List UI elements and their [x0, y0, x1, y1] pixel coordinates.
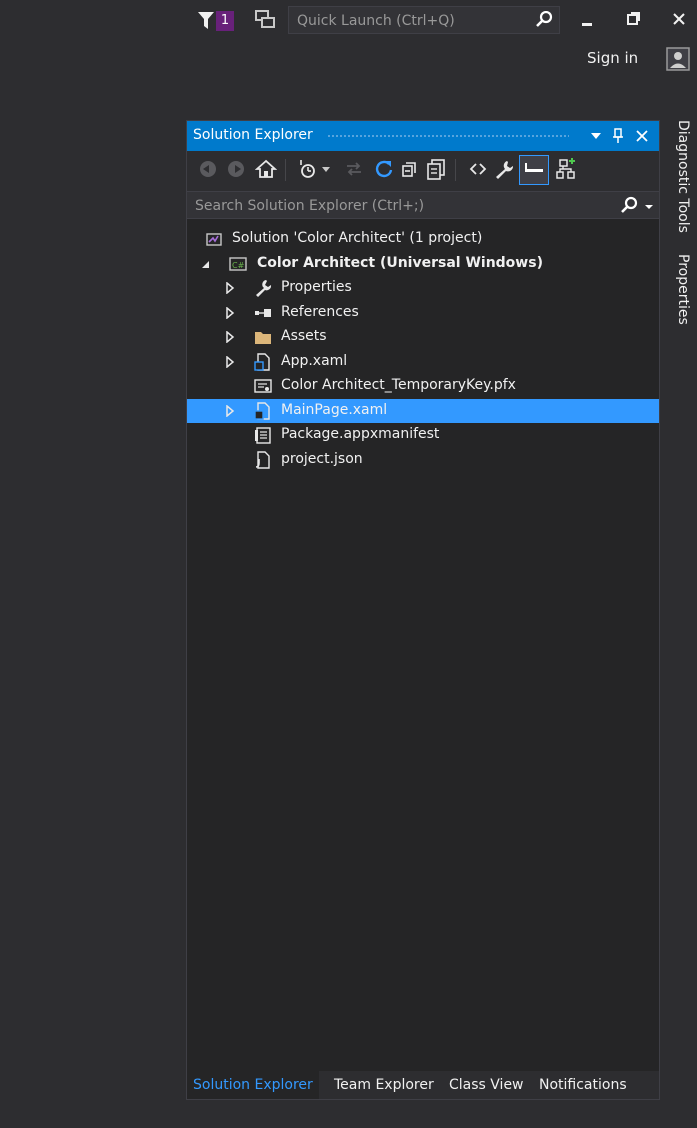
tree-item[interactable]: Properties	[187, 276, 659, 300]
svg-text:C#: C#	[232, 261, 245, 270]
close-window-button[interactable]	[664, 6, 694, 34]
window-position-dropdown-icon[interactable]	[589, 129, 603, 143]
search-icon[interactable]	[619, 196, 639, 216]
wrench-icon	[256, 280, 272, 297]
panel-title-bar[interactable]: Solution Explorer	[187, 121, 659, 151]
tree-item[interactable]: Color Architect_TemporaryKey.pfx	[187, 374, 659, 398]
solution-search-input[interactable]	[193, 195, 597, 217]
tree-item[interactable]: Assets	[187, 325, 659, 349]
search-icon	[536, 11, 553, 27]
notification-filter[interactable]: 1	[198, 10, 238, 32]
class-diagram-icon[interactable]	[555, 158, 577, 180]
search-options-dropdown-icon[interactable]	[643, 197, 655, 215]
tree-item[interactable]: Package.appxmanifest	[187, 423, 659, 447]
notification-badge: 1	[216, 11, 234, 31]
tree-item-label: MainPage.xaml	[281, 402, 388, 418]
restore-button[interactable]	[618, 6, 648, 34]
solution-explorer-toolbar	[187, 151, 659, 191]
tree-item-label: Package.appxmanifest	[281, 426, 440, 442]
tree-item[interactable]: MainPage.xaml	[187, 399, 659, 423]
xaml-file-icon	[254, 402, 270, 420]
solution-explorer-search[interactable]	[187, 191, 659, 219]
tree-item[interactable]: project.json	[187, 448, 659, 472]
certificate-icon	[254, 379, 272, 393]
tree-item-label: Color Architect_TemporaryKey.pfx	[281, 377, 516, 393]
chevron-down-icon[interactable]	[321, 166, 331, 174]
pin-icon[interactable]	[611, 128, 625, 144]
folder-icon	[255, 332, 271, 344]
preview-icon	[525, 163, 543, 172]
tool-window-tabs: Solution Explorer Team Explorer Class Vi…	[187, 1071, 659, 1099]
minimize-icon	[582, 23, 592, 26]
diagnostic-tools-tab[interactable]: Diagnostic Tools	[671, 120, 691, 240]
tree-item[interactable]: References	[187, 301, 659, 325]
tab-solution-explorer[interactable]: Solution Explorer	[187, 1071, 319, 1099]
properties-tab[interactable]: Properties	[671, 254, 691, 334]
minimize-button[interactable]	[572, 6, 602, 34]
feedback-button[interactable]	[252, 8, 278, 34]
sign-in-link[interactable]: Sign in	[587, 49, 638, 67]
tree-item-label: Assets	[281, 328, 327, 344]
tab-notifications[interactable]: Notifications	[539, 1071, 627, 1099]
preview-selected-items-button[interactable]	[519, 155, 549, 185]
tab-team-explorer[interactable]: Team Explorer	[334, 1071, 434, 1099]
close-icon	[673, 13, 685, 25]
drag-grip[interactable]	[327, 134, 569, 139]
tree-item-label: Properties	[281, 279, 352, 295]
tree-item[interactable]: C# Color Architect (Universal Windows)	[187, 252, 659, 276]
collapsed-arrow-icon[interactable]	[225, 331, 235, 343]
quick-launch-box[interactable]	[288, 6, 560, 34]
tab-class-view[interactable]: Class View	[449, 1071, 524, 1099]
tree-item-label: project.json	[281, 451, 363, 467]
restore-icon	[627, 12, 640, 25]
wrench-icon[interactable]	[493, 158, 515, 180]
solution-icon	[206, 233, 222, 246]
tree-item[interactable]: App.xaml	[187, 350, 659, 374]
collapse-all-icon[interactable]	[399, 158, 421, 180]
collapsed-arrow-icon[interactable]	[225, 405, 235, 417]
collapsed-arrow-icon[interactable]	[225, 356, 235, 368]
tree-item-label: References	[281, 304, 359, 320]
json-file-icon	[255, 451, 270, 469]
tree-item-label: Solution 'Color Architect' (1 project)	[232, 230, 483, 246]
view-code-icon[interactable]	[467, 158, 489, 180]
back-icon[interactable]	[197, 158, 219, 180]
close-panel-icon[interactable]	[635, 129, 649, 143]
toolbar-separator	[455, 159, 456, 181]
panel-title: Solution Explorer	[193, 127, 313, 143]
user-avatar-icon	[666, 47, 690, 71]
expanded-arrow-icon[interactable]	[201, 258, 211, 270]
user-account-button[interactable]	[666, 47, 690, 71]
feedback-icon	[255, 10, 275, 28]
tree-item-label: Color Architect (Universal Windows)	[257, 255, 543, 271]
home-icon[interactable]	[255, 158, 277, 180]
refresh-icon[interactable]	[373, 158, 395, 180]
csharp-project-icon: C#	[229, 257, 247, 271]
xaml-file-icon	[254, 353, 270, 371]
solution-explorer-panel: Solution Explorer Search Solution Explor…	[186, 120, 660, 1100]
manifest-icon	[255, 427, 271, 444]
tree-item[interactable]: Solution 'Color Architect' (1 project)	[187, 227, 659, 251]
references-icon	[255, 309, 271, 317]
show-all-files-icon[interactable]	[425, 158, 447, 180]
toolbar-separator	[285, 159, 286, 181]
collapsed-arrow-icon[interactable]	[225, 282, 235, 294]
collapsed-arrow-icon[interactable]	[225, 307, 235, 319]
forward-icon[interactable]	[225, 158, 247, 180]
pending-changes-filter-icon[interactable]	[297, 158, 319, 180]
sync-with-active-document-icon[interactable]	[343, 158, 365, 180]
tree-item-label: App.xaml	[281, 353, 348, 369]
quick-launch-input[interactable]	[295, 10, 535, 32]
